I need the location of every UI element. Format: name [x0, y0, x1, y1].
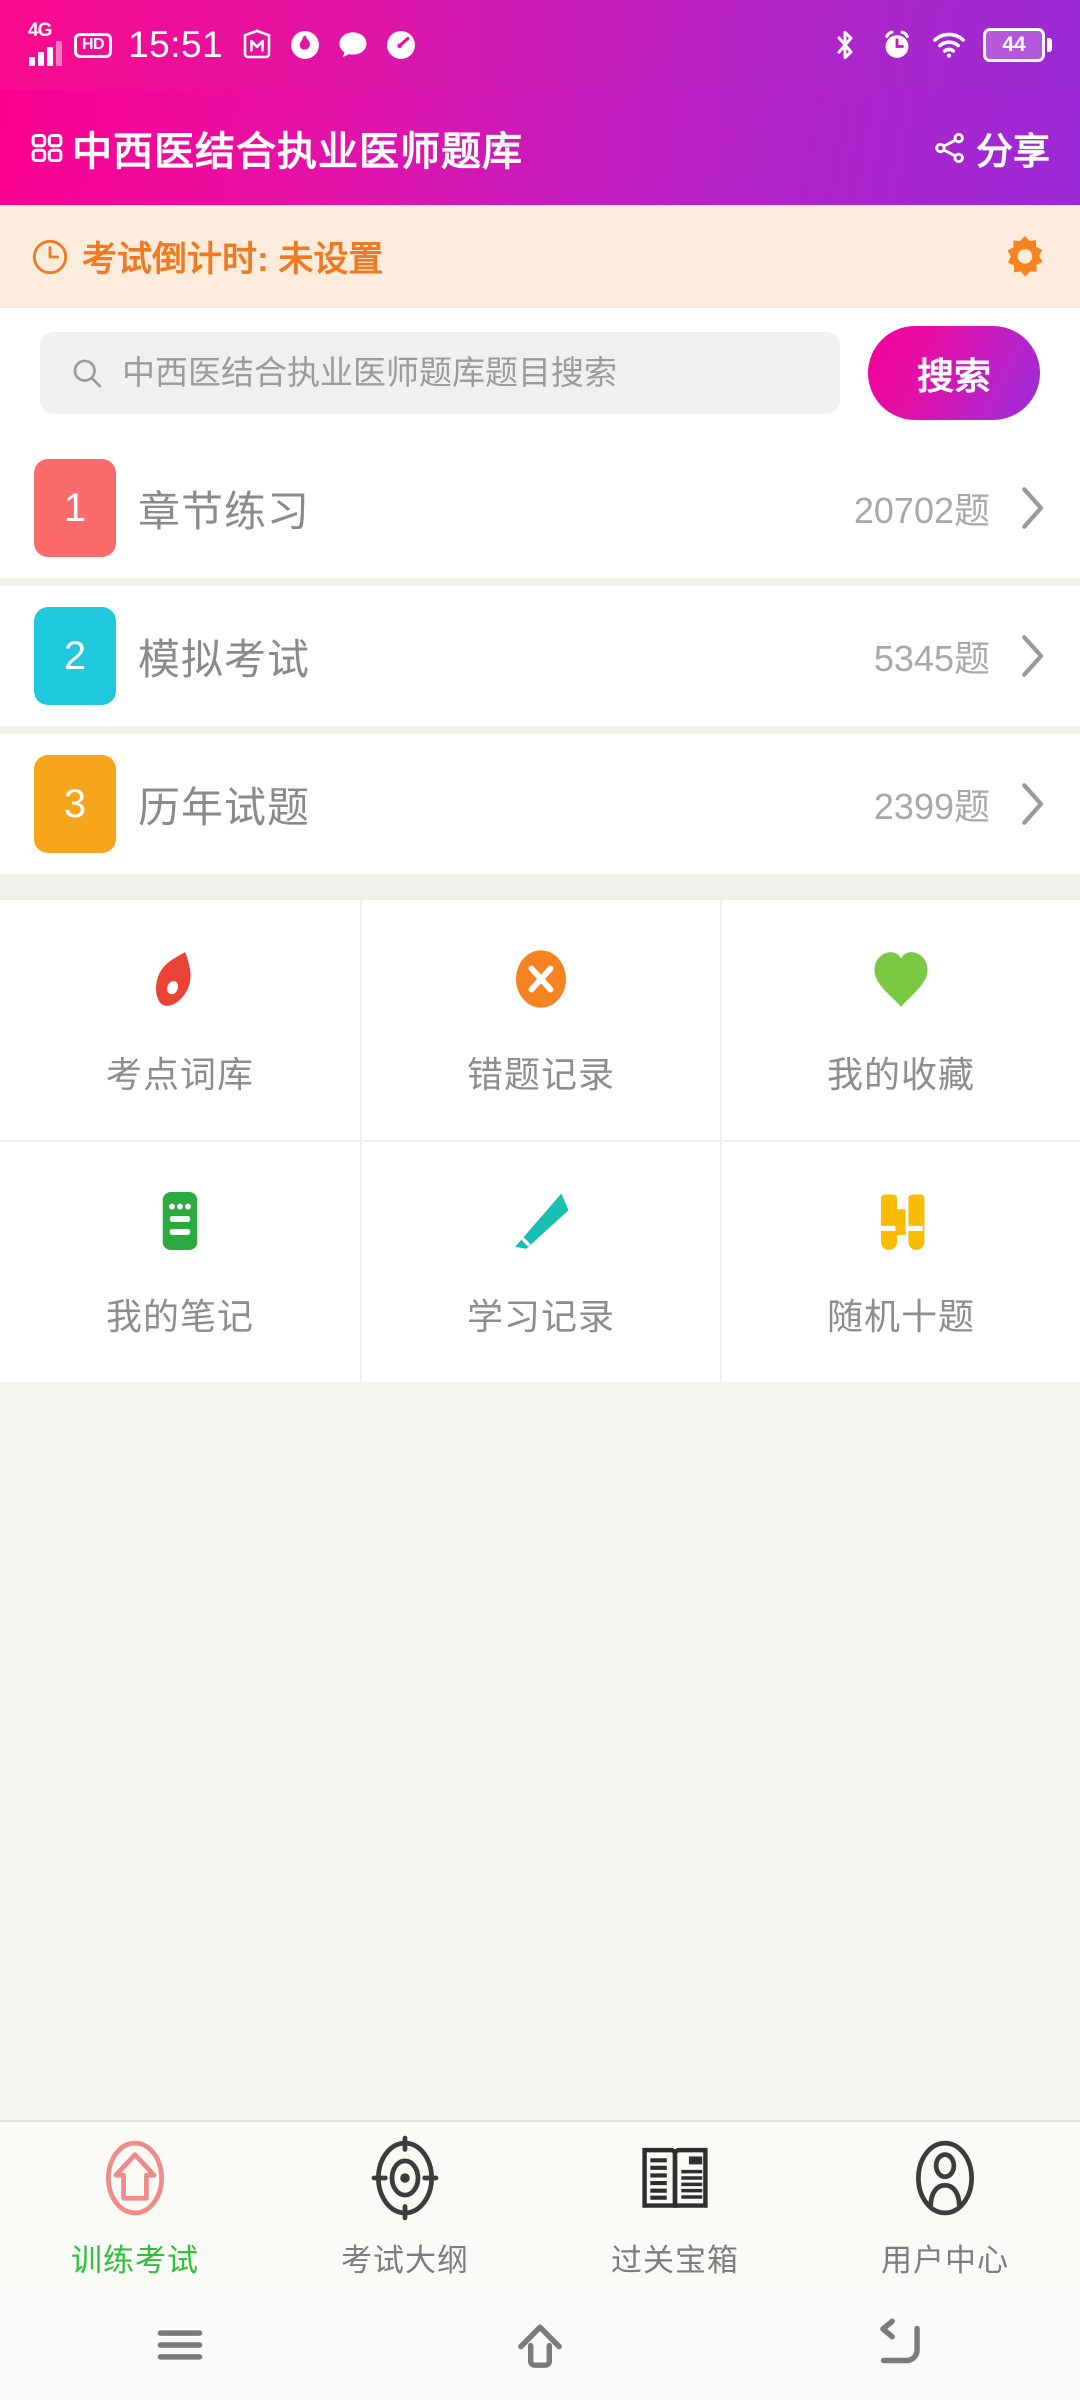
list-item[interactable]: 1 章节练习 20702题	[0, 438, 1080, 578]
list-item-badge: 1	[34, 459, 116, 557]
feature-label: 我的收藏	[826, 1054, 975, 1095]
hd-icon: HD	[74, 32, 113, 58]
binoculars-icon	[879, 1194, 925, 1250]
home-icon	[518, 2324, 562, 2368]
feature-cell-study-record[interactable]: 学习记录	[360, 1142, 720, 1382]
chevron-right-icon	[1022, 783, 1044, 825]
feature-label: 错题记录	[466, 1054, 615, 1095]
pencil-icon	[515, 1193, 569, 1249]
news-book-icon	[642, 2147, 708, 2208]
android-back-button[interactable]	[720, 2314, 1080, 2376]
share-button[interactable]: 分享	[932, 121, 1050, 175]
search-box[interactable]	[40, 332, 840, 414]
feature-label: 考点词库	[105, 1054, 254, 1095]
search-button[interactable]: 搜索	[868, 326, 1040, 420]
chevron-right-icon	[1022, 487, 1044, 529]
android-menu-button[interactable]	[0, 2314, 360, 2376]
feature-label: 随机十题	[826, 1296, 975, 1337]
status-bar-clock: 15:51	[128, 24, 224, 65]
feature-grid-row: 我的笔记 学习记录 随机十题	[0, 1140, 1080, 1382]
chevron-right-icon	[1022, 635, 1044, 677]
status-bar: 4G HD 15:51 44	[0, 0, 1080, 90]
notebook-icon	[162, 1192, 198, 1250]
list-item[interactable]: 2 模拟考试 5345题	[0, 586, 1080, 726]
list-item-count: 20702题	[853, 490, 990, 531]
page-title: 中西医结合执业医师题库	[72, 129, 523, 174]
content-filler	[0, 1382, 1080, 2120]
list-item-label: 模拟考试	[138, 635, 311, 683]
person-icon	[916, 2140, 974, 2215]
tab-label: 考试大纲	[341, 2242, 469, 2278]
tag-icon	[156, 952, 191, 1006]
status-bar-left: 4G HD 15:51	[28, 20, 419, 66]
practice-list: 1 章节练习 20702题 2 模拟考试 5345题 3 历年试题 2399题	[0, 438, 1080, 882]
search-icon	[73, 359, 102, 388]
signal-bars	[29, 40, 62, 66]
battery-level-label: 44	[983, 28, 1045, 62]
x-circle-icon	[516, 950, 566, 1008]
search-row: 搜索	[0, 308, 1080, 438]
search-input[interactable]	[122, 354, 810, 392]
wifi-icon	[933, 32, 965, 58]
list-item-label: 历年试题	[138, 783, 311, 831]
clock-icon	[32, 239, 68, 274]
feature-label: 学习记录	[466, 1296, 615, 1337]
list-grid-divider	[0, 882, 1080, 900]
tab-pass-treasure-box[interactable]: 过关宝箱	[540, 2133, 810, 2280]
list-item-badge: 3	[34, 755, 116, 853]
status-bar-right: 44	[827, 27, 1052, 63]
android-nav-bar	[0, 2290, 1080, 2400]
share-icon	[935, 132, 964, 163]
tab-label: 过关宝箱	[611, 2242, 739, 2278]
feature-cell-random-ten[interactable]: 随机十题	[720, 1142, 1080, 1382]
exam-countdown-banner[interactable]: 考试倒计时: 未设置	[0, 205, 1080, 308]
countdown-text: 考试倒计时: 未设置	[82, 240, 384, 279]
network-type-label: 4G	[28, 20, 52, 41]
heart-icon	[874, 952, 928, 1007]
share-label: 分享	[976, 130, 1050, 172]
tab-label: 训练考试	[71, 2242, 199, 2278]
list-item-badge: 2	[34, 607, 116, 705]
tab-training-exam[interactable]: 训练考试	[0, 2133, 270, 2280]
app-m-icon	[243, 29, 271, 59]
grid-icon	[31, 133, 63, 162]
target-icon	[371, 2135, 439, 2220]
feature-label: 我的笔记	[105, 1296, 254, 1337]
tab-user-center[interactable]: 用户中心	[810, 2133, 1080, 2280]
chat-bubble-icon	[339, 32, 367, 58]
feature-cell-my-notes[interactable]: 我的笔记	[0, 1142, 360, 1382]
signal-icon: 4G	[28, 20, 62, 66]
feature-grid-row: 考点词库 错题记录 我的收藏	[0, 900, 1080, 1140]
bottom-tab-bar: 训练考试 考试大纲 过关宝箱 用户中心	[0, 2120, 1080, 2290]
home-exam-icon	[106, 2140, 164, 2215]
bluetooth-icon	[837, 30, 853, 60]
flame-icon	[291, 31, 320, 59]
feature-cell-wrong-answers[interactable]: 错题记录	[360, 900, 720, 1140]
list-item[interactable]: 3 历年试题 2399题	[0, 734, 1080, 874]
feature-cell-keyword-bank[interactable]: 考点词库	[0, 900, 360, 1140]
list-item-label: 章节练习	[138, 487, 311, 535]
tab-exam-outline[interactable]: 考试大纲	[270, 2133, 540, 2280]
list-item-count: 2399题	[873, 786, 990, 827]
battery-icon: 44	[983, 28, 1052, 62]
tab-label: 用户中心	[881, 2242, 1009, 2278]
menu-icon	[157, 2330, 203, 2360]
android-home-button[interactable]	[360, 2314, 720, 2376]
list-item-count: 5345题	[873, 638, 990, 679]
app-header: 中西医结合执业医师题库 分享	[0, 90, 1080, 205]
speedometer-icon	[387, 31, 416, 59]
gear-icon[interactable]	[1000, 232, 1050, 282]
alarm-clock-icon	[885, 30, 909, 58]
app-root: 4G HD 15:51 44 中西医结合执业医师题库 分享 考试倒计时: 未设置…	[0, 0, 1080, 2400]
feature-cell-favorites[interactable]: 我的收藏	[720, 900, 1080, 1140]
feature-grid: 考点词库 错题记录 我的收藏 我的笔记 学习记录 随机十题	[0, 900, 1080, 1382]
back-icon	[880, 2318, 920, 2364]
